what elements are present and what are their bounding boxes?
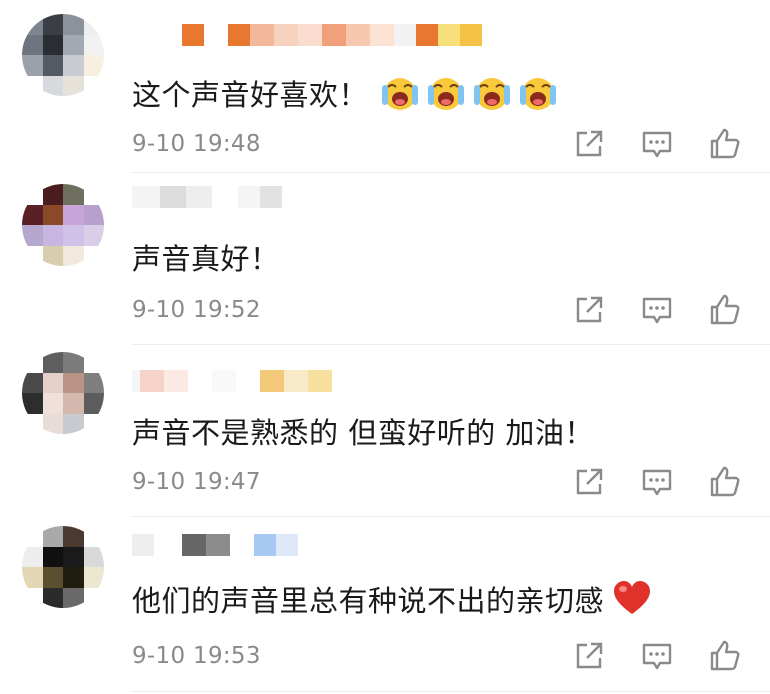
avatar[interactable] [22, 352, 104, 434]
thumbs-up-icon[interactable] [708, 127, 742, 161]
action-bar [572, 124, 742, 164]
comment-icon[interactable] [640, 127, 674, 161]
action-bar [572, 462, 742, 502]
comment-meta: 9-10 19:47 [132, 462, 742, 502]
comment-text: 他们的声音里总有种说不出的亲切感 [132, 578, 652, 620]
thumbs-up-icon[interactable] [708, 465, 742, 499]
divider [132, 516, 770, 517]
thumbs-up-icon[interactable] [708, 639, 742, 673]
grinning-tears-emoji [520, 78, 557, 110]
comment-list: 这个声音好喜欢！ 9-10 19:48 声音真好！ 9-10 19:52 声音不… [0, 0, 770, 694]
comment-text-content: 他们的声音里总有种说不出的亲切感 [132, 584, 605, 618]
action-bar [572, 290, 742, 330]
share-icon[interactable] [572, 127, 606, 161]
share-icon[interactable] [572, 639, 606, 673]
timestamp: 9-10 19:52 [132, 297, 261, 323]
comment-icon[interactable] [640, 293, 674, 327]
username-obscured[interactable] [132, 22, 482, 48]
divider [132, 691, 770, 692]
comment-text: 声音真好！ [132, 236, 280, 278]
avatar[interactable] [22, 184, 104, 266]
share-icon[interactable] [572, 293, 606, 327]
divider [132, 172, 770, 173]
grinning-tears-emoji [428, 78, 465, 110]
divider [132, 344, 770, 345]
grinning-tears-emoji [474, 78, 511, 110]
timestamp: 9-10 19:48 [132, 131, 261, 157]
comment-icon[interactable] [640, 639, 674, 673]
grinning-tears-emoji [382, 78, 419, 110]
comment-text-content: 声音真好！ [132, 242, 280, 276]
username-obscured[interactable] [132, 184, 282, 210]
share-icon[interactable] [572, 465, 606, 499]
avatar[interactable] [22, 14, 104, 96]
comment-meta: 9-10 19:53 [132, 636, 742, 676]
comment-text-content: 声音不是熟悉的 但蛮好听的 加油！ [132, 416, 594, 450]
timestamp: 9-10 19:47 [132, 469, 261, 495]
red-heart-emoji [614, 581, 651, 614]
comment-text: 声音不是熟悉的 但蛮好听的 加油！ [132, 410, 594, 452]
comment-meta: 9-10 19:48 [132, 124, 742, 164]
comment-text-content: 这个声音好喜欢！ [132, 78, 369, 112]
timestamp: 9-10 19:53 [132, 643, 261, 669]
username-obscured[interactable] [132, 368, 332, 394]
comment-text: 这个声音好喜欢！ [132, 72, 558, 114]
comment-meta: 9-10 19:52 [132, 290, 742, 330]
action-bar [572, 636, 742, 676]
thumbs-up-icon[interactable] [708, 293, 742, 327]
avatar[interactable] [22, 526, 104, 608]
emoji-group [376, 73, 558, 113]
username-obscured[interactable] [132, 532, 298, 558]
comment-icon[interactable] [640, 465, 674, 499]
